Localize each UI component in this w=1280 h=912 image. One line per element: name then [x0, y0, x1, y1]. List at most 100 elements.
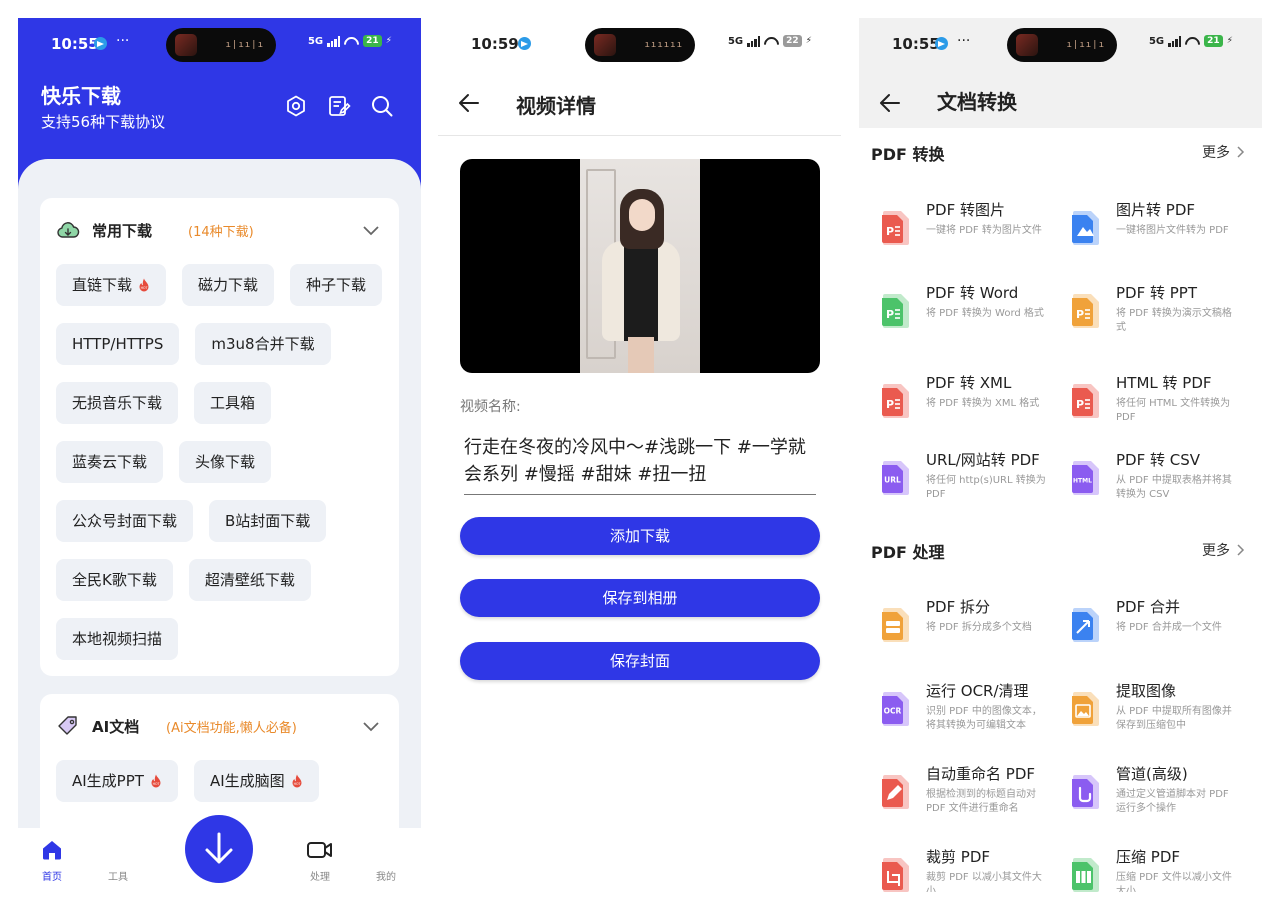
video-name-field[interactable]: 行走在冬夜的冷风中～#浅跳一下 #一学就会系列 #慢摇 #甜妹 #扭一扭 — [464, 434, 816, 495]
save-to-album-button[interactable]: 保存到相册 — [460, 579, 820, 617]
save-cover-button[interactable]: 保存封面 — [460, 642, 820, 680]
dynamic-island: ı|ıı|ı — [166, 28, 276, 62]
telegram-icon — [94, 37, 107, 50]
media-thumbnail — [594, 34, 616, 56]
tool-item[interactable]: OCR 运行 OCR/清理 识别 PDF 中的图像文本，将其转换为可编辑文本 — [859, 680, 1042, 750]
tool-item[interactable]: P PDF 转图片 一键将 PDF 转为图片文件 — [859, 199, 1042, 269]
tool-title: PDF 合并 — [1116, 598, 1180, 616]
chip-label: 公众号封面下载 — [72, 512, 178, 530]
tool-item[interactable]: 提取图像从 PDF 中提取所有图像并保存到压缩包中 — [1049, 680, 1232, 750]
video-camera-icon — [307, 842, 332, 858]
download-chip[interactable]: B站封面下载 — [209, 500, 327, 542]
tool-description: 压缩 PDF 文件以减小文件大小 — [1116, 872, 1232, 892]
tool-item[interactable]: P HTML 转 PDF 将任何 HTML 文件转换为 PDF — [1049, 372, 1230, 442]
download-chip[interactable]: 无损音乐下载 — [56, 382, 179, 424]
html-purple-icon: HTML — [1069, 459, 1103, 497]
download-chip[interactable]: m3u8合并下载 — [195, 323, 331, 365]
tool-item[interactable]: PDF 拆分将 PDF 拆分成多个文档 — [859, 596, 1039, 666]
tool-item[interactable]: 压缩 PDF 压缩 PDF 文件以减小文件大小 — [1049, 846, 1232, 892]
tool-title: PDF 转 XML — [926, 374, 1012, 392]
section-title: AI文档 — [92, 718, 140, 736]
network-label: 5G — [727, 35, 744, 47]
svg-text:P: P — [1076, 398, 1084, 411]
download-fab-button[interactable] — [185, 815, 253, 883]
video-detail-screen: 10:59 ıııııı 5G 22 ⚡ 视频详情 视频名称: 行走在冬夜的冷风… — [438, 18, 841, 892]
tab-mine[interactable]: 我的 — [356, 828, 416, 892]
back-arrow-icon[interactable] — [458, 92, 480, 114]
tool-title: 运行 OCR/清理 — [926, 682, 1029, 700]
more-link[interactable]: 更多 — [1202, 142, 1246, 162]
add-download-button[interactable]: 添加下载 — [460, 517, 820, 555]
tool-title: URL/网站转 PDF — [926, 451, 1040, 469]
tool-title: 提取图像 — [1116, 682, 1177, 700]
tool-item[interactable]: HTML PDF 转 CSV 从 PDF 中提取表格并将其转换为 CSV — [1049, 449, 1232, 519]
download-chip[interactable]: 磁力下载 — [182, 264, 275, 306]
settings-icon[interactable] — [284, 94, 308, 118]
tool-item[interactable]: P PDF 转 Word 将 PDF 转换为 Word 格式 — [859, 282, 1044, 352]
download-chip[interactable]: 蓝奏云下载 — [56, 441, 164, 483]
app-subtitle: 支持56种下载协议 — [41, 113, 166, 131]
common-download-header[interactable]: 常用下载 (14种下载) — [56, 218, 383, 242]
tool-item[interactable]: URL URL/网站转 PDF 将任何 http(s)URL 转换为 PDF — [859, 449, 1046, 519]
tool-description: 一键将 PDF 转为图片文件 — [926, 225, 1042, 236]
download-chip[interactable]: 超清壁纸下载 — [188, 559, 311, 601]
chip-label: HTTP/HTTPS — [72, 335, 164, 353]
chip-label: 超清壁纸下载 — [204, 571, 295, 589]
tool-item[interactable]: PDF 合并将 PDF 合并成一个文件 — [1049, 596, 1229, 666]
media-thumbnail — [175, 34, 197, 56]
tab-tools[interactable]: 工具 — [88, 828, 148, 892]
ai-doc-header[interactable]: AI文档 (Ai文档功能,懒人必备) — [56, 714, 383, 738]
tool-item[interactable]: 自动重命名 PDF 根据检测到的标题自动对 PDF 文件进行重命名 — [859, 763, 1039, 833]
chip-label: AI生成脑图 — [209, 772, 285, 790]
chip-label: 种子下载 — [306, 276, 367, 294]
tab-process[interactable]: 处理 — [290, 828, 350, 892]
download-chip[interactable]: 工具箱 — [194, 382, 272, 424]
tool-title: PDF 转图片 — [926, 201, 1005, 219]
video-frame-image — [580, 159, 700, 373]
download-chip[interactable]: 种子下载 — [290, 264, 383, 306]
svg-text:HTML: HTML — [1073, 478, 1092, 485]
more-link[interactable]: 更多 — [1202, 540, 1246, 560]
back-arrow-icon[interactable] — [879, 92, 901, 114]
dynamic-island: ıııııı — [585, 28, 695, 62]
telegram-icon — [518, 37, 531, 50]
download-chip[interactable]: 全民K歌下载 — [56, 559, 173, 601]
tool-description: 一键将图片文件转为 PDF — [1116, 225, 1229, 236]
svg-text:HOT: HOT — [153, 782, 160, 786]
pipeline-purple-icon — [1069, 773, 1103, 811]
chevron-right-icon — [1237, 544, 1245, 556]
search-icon[interactable] — [370, 94, 394, 118]
download-chip[interactable]: AI生成脑图 HOT — [193, 760, 319, 802]
tool-title: 管道(高级) — [1116, 765, 1188, 783]
download-chip[interactable]: 公众号封面下载 — [56, 500, 194, 542]
pdf-convert-section-header: PDF 转换 更多 — [871, 141, 1246, 164]
video-preview[interactable] — [460, 159, 820, 373]
image-orange-icon — [1069, 690, 1103, 728]
chevron-down-icon[interactable] — [363, 222, 379, 238]
tool-item[interactable]: P PDF 转 PPT 将 PDF 转换为演示文稿格式 — [1049, 282, 1232, 352]
tool-description: 将任何 http(s)URL 转换为 PDF — [926, 475, 1046, 500]
url-purple-icon: URL — [879, 459, 913, 497]
wifi-icon — [1185, 36, 1200, 47]
pdf-red-icon: P — [1069, 382, 1103, 420]
tool-item[interactable]: P PDF 转 XML 将 PDF 转换为 XML 格式 — [859, 372, 1039, 442]
tool-item[interactable]: 图片转 PDF 一键将图片文件转为 PDF — [1049, 199, 1229, 269]
tool-item[interactable]: 管道(高级) 通过定义管道脚本对 PDF 运行多个操作 — [1049, 763, 1229, 833]
status-time: 10:59 — [471, 35, 519, 53]
signal-icon — [747, 35, 761, 47]
notes-icon[interactable] — [327, 94, 351, 118]
section-title: PDF 转换 — [871, 145, 945, 164]
download-chip[interactable]: 头像下载 — [179, 441, 272, 483]
hot-badge-icon: HOT — [151, 774, 161, 788]
charging-icon: ⚡ — [1226, 36, 1233, 46]
download-chip[interactable]: AI生成PPT HOT — [56, 760, 178, 802]
tool-item[interactable]: 裁剪 PDF 裁剪 PDF 以减小其文件大小 — [859, 846, 1042, 892]
pdf-red-icon: P — [879, 382, 913, 420]
download-chip[interactable]: 本地视频扫描 — [56, 618, 179, 660]
chevron-down-icon[interactable] — [363, 718, 379, 734]
download-chip[interactable]: HTTP/HTTPS — [56, 323, 180, 365]
tab-home[interactable]: 首页 — [22, 828, 82, 892]
download-chip[interactable]: 直链下载 HOT — [56, 264, 167, 306]
svg-text:P: P — [1076, 308, 1084, 321]
signal-icon — [1168, 35, 1182, 47]
